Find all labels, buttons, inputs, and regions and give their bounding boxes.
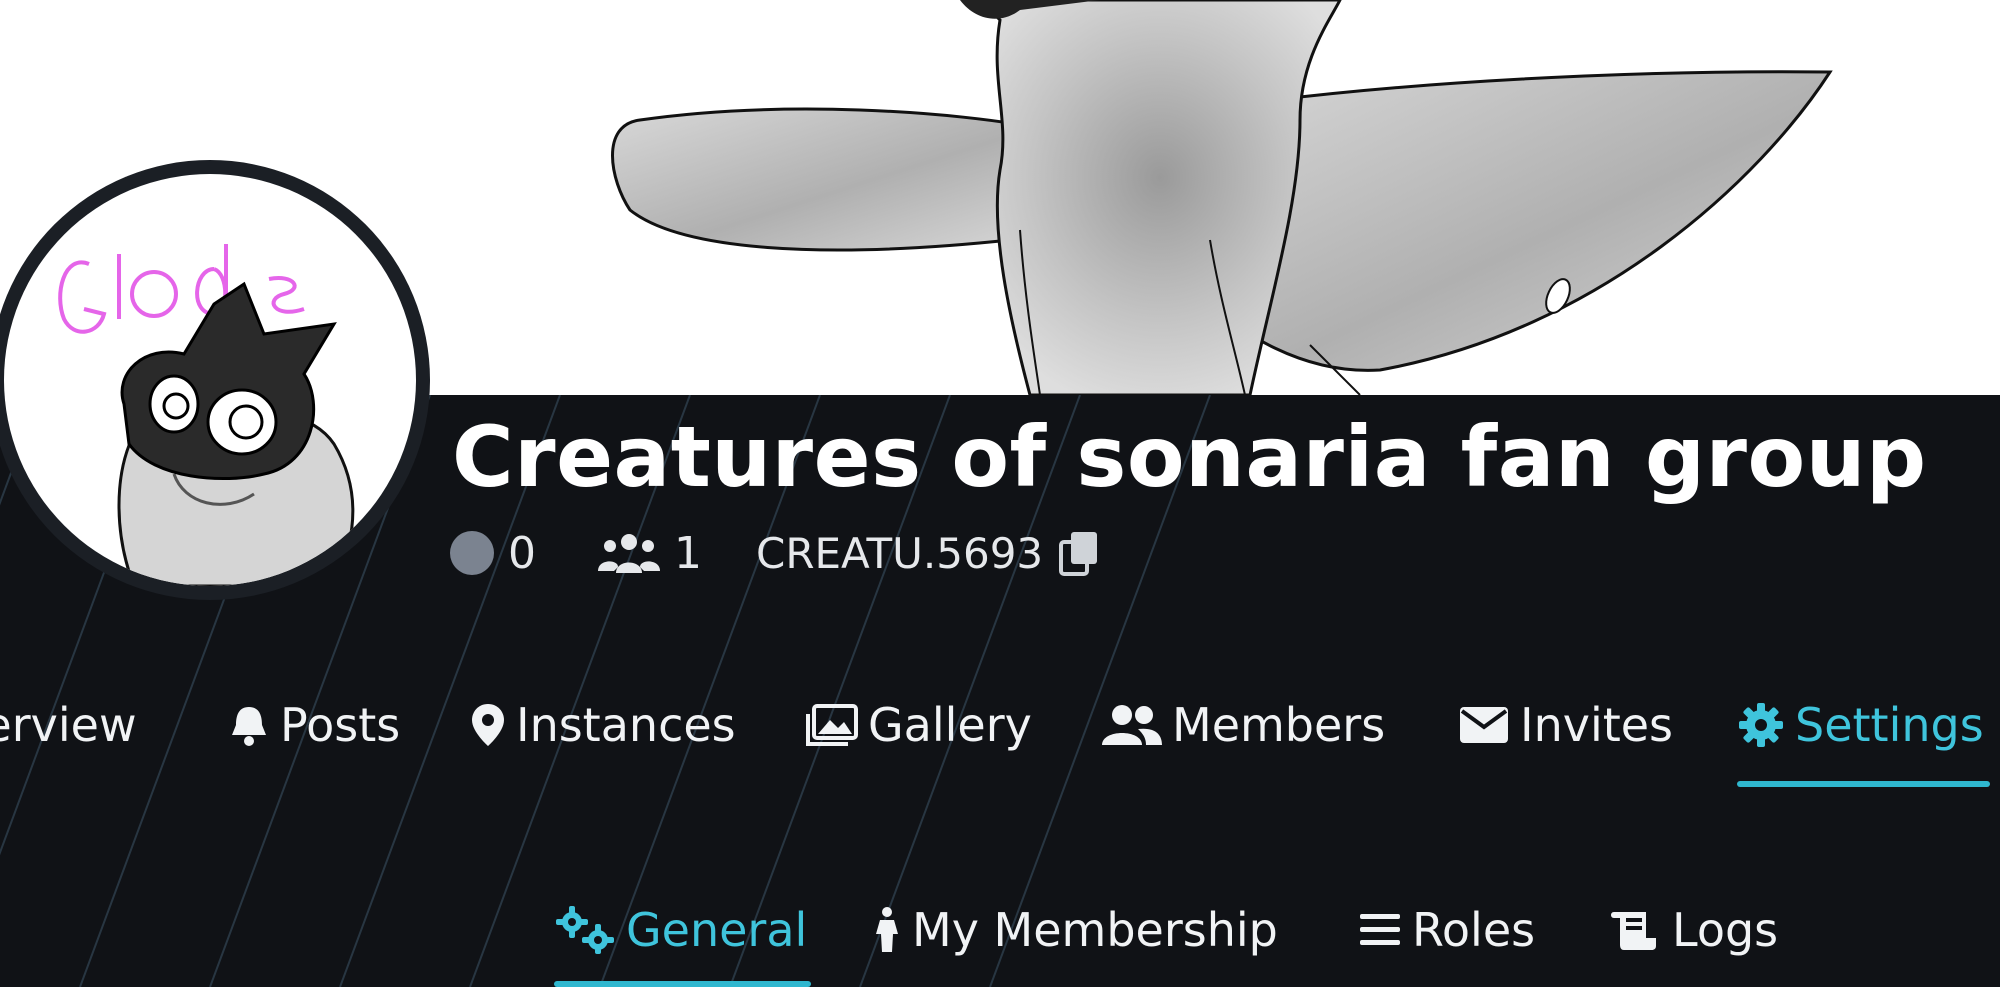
avatar-creature-drawing	[58, 244, 355, 586]
avatar-handwriting	[58, 244, 305, 334]
member-count: 1	[674, 527, 702, 579]
tab-gallery-label: Gallery	[868, 698, 1032, 752]
tab-overview-label: Overview	[0, 698, 137, 752]
group-stats: 0 1 CREATU.5693	[450, 527, 1101, 579]
tab-posts-label: Posts	[280, 698, 401, 752]
tab-overview[interactable]: Overview	[0, 690, 137, 760]
tab-invites[interactable]: Invites	[1458, 690, 1673, 760]
settings-tab-logs-label: Logs	[1672, 903, 1779, 957]
active-tab-indicator	[1737, 781, 1990, 787]
images-icon	[806, 704, 858, 746]
tab-invites-label: Invites	[1520, 698, 1674, 752]
group-tabs: Overview Posts Instances Gallery Members…	[0, 690, 2000, 770]
online-count: 0	[508, 527, 536, 579]
settings-tab-general[interactable]: General	[554, 895, 807, 965]
settings-tab-roles-label: Roles	[1412, 903, 1536, 957]
settings-tabs: General My Membership Roles Logs	[0, 895, 2000, 975]
settings-tab-my-membership-label: My Membership	[912, 903, 1278, 957]
online-status-icon	[450, 531, 494, 575]
copy-icon[interactable]	[1057, 530, 1101, 576]
settings-tab-my-membership[interactable]: My Membership	[872, 895, 1278, 965]
tab-members[interactable]: Members	[1100, 690, 1385, 760]
map-pin-icon	[470, 702, 506, 748]
tab-posts[interactable]: Posts	[228, 690, 400, 760]
group-avatar[interactable]	[0, 160, 430, 600]
tab-members-label: Members	[1172, 698, 1386, 752]
tab-settings-label: Settings	[1795, 698, 1984, 752]
envelope-icon	[1458, 705, 1510, 745]
person-icon	[872, 906, 902, 954]
avatar-image	[4, 174, 416, 586]
settings-tab-logs[interactable]: Logs	[1606, 895, 1778, 965]
scroll-icon	[1606, 908, 1662, 952]
gear-icon	[1737, 701, 1785, 749]
users-icon	[598, 531, 660, 575]
tab-instances-label: Instances	[516, 698, 736, 752]
tab-instances[interactable]: Instances	[470, 690, 736, 760]
active-settings-tab-indicator	[554, 981, 811, 987]
tab-settings[interactable]: Settings	[1737, 690, 1984, 760]
gears-icon	[554, 906, 616, 954]
bars-icon	[1358, 910, 1402, 950]
group-name: Creatures of sonaria fan group	[452, 408, 1927, 506]
bell-icon	[228, 703, 270, 747]
users-icon	[1100, 703, 1162, 747]
tab-gallery[interactable]: Gallery	[806, 690, 1032, 760]
settings-tab-general-label: General	[626, 903, 808, 957]
settings-tab-roles[interactable]: Roles	[1358, 895, 1535, 965]
group-short-code: CREATU.5693	[756, 528, 1044, 578]
